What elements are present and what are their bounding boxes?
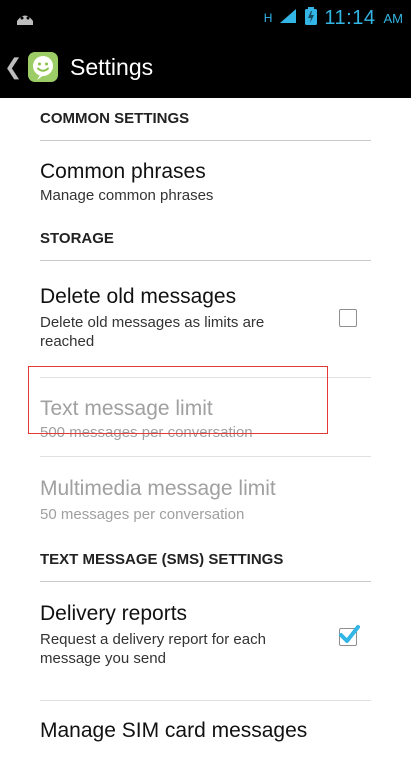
pref-manage-sim-messages[interactable]: Manage SIM card messages [0, 701, 411, 761]
pref-delivery-reports-summary: Request a delivery report for each messa… [40, 631, 266, 667]
pref-common-phrases-summary: Manage common phrases [40, 187, 214, 204]
signal-icon [278, 7, 298, 30]
section-storage: STORAGE [40, 218, 371, 261]
up-navigation-chevron-icon[interactable]: ❮ [4, 54, 22, 80]
messaging-app-icon[interactable] [26, 50, 60, 84]
section-common-settings: COMMON SETTINGS [40, 98, 371, 141]
pref-common-phrases[interactable]: Common phrases Manage common phrases [0, 141, 411, 218]
pref-delete-old-messages-summary: Delete old messages as limits are reache… [40, 314, 265, 350]
pref-text-message-limit-summary: 500 messages per conversation [40, 424, 253, 441]
settings-list: COMMON SETTINGS Common phrases Manage co… [0, 98, 411, 761]
section-sms-settings: TEXT MESSAGE (SMS) SETTINGS [40, 539, 371, 582]
status-bar: H 11:14 AM [0, 0, 411, 36]
pref-common-phrases-title: Common phrases [40, 160, 206, 183]
pref-delete-old-messages-title: Delete old messages [40, 285, 237, 308]
status-right: H 11:14 AM [264, 6, 403, 30]
action-bar: ❮ Settings [0, 36, 411, 98]
android-notification-icon [14, 8, 36, 28]
clock-ampm: AM [383, 10, 404, 26]
pref-manage-sim-messages-title: Manage SIM card messages [40, 719, 308, 742]
hspa-icon: H [263, 11, 273, 25]
pref-text-message-limit-title: Text message limit [40, 397, 213, 420]
delivery-reports-checkbox[interactable] [339, 625, 360, 646]
pref-delivery-reports-title: Delivery reports [40, 602, 188, 625]
pref-text-message-limit[interactable]: Text message limit 500 messages per conv… [0, 378, 411, 456]
checkmark-icon [339, 625, 360, 643]
pref-delete-old-messages[interactable]: Delete old messages Delete old messages … [0, 261, 411, 377]
battery-charging-icon [304, 6, 318, 31]
clock-time: 11:14 [324, 6, 376, 29]
page-title: Settings [70, 53, 154, 80]
pref-multimedia-message-limit-summary: 50 messages per conversation [40, 506, 245, 523]
pref-delivery-reports[interactable]: Delivery reports Request a delivery repo… [0, 582, 411, 700]
pref-multimedia-message-limit-title: Multimedia message limit [40, 477, 276, 500]
pref-multimedia-message-limit[interactable]: Multimedia message limit 50 messages per… [0, 457, 411, 539]
delete-old-messages-checkbox[interactable] [339, 309, 357, 327]
